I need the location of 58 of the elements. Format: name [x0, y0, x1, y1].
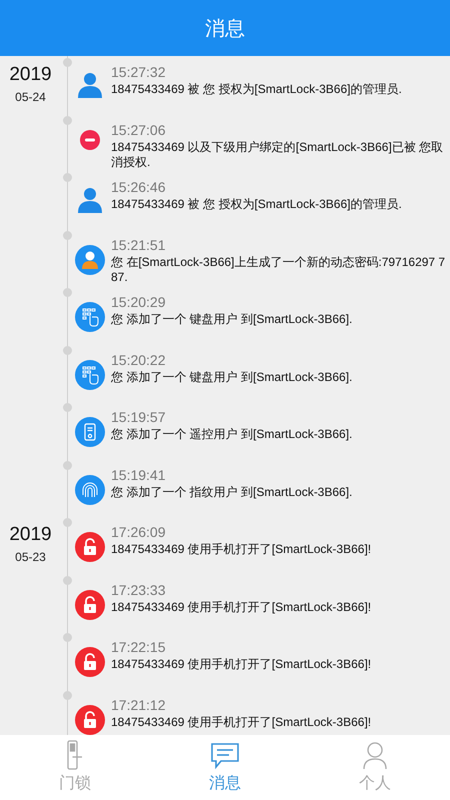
header-title: 消息 [205, 14, 245, 42]
message-text: 18475433469 使用手机打开了[SmartLock-3B66]! [111, 600, 372, 614]
person-icon [363, 742, 387, 770]
message-text: 您 添加了一个 键盘用户 到[SmartLock-3B66]. [111, 312, 354, 327]
timeline-dot [62, 576, 72, 584]
keypad-hand-icon [75, 360, 105, 390]
unlock-icon [75, 647, 105, 677]
message-text: 18475433469 使用手机打开了[SmartLock-3B66]! [111, 714, 372, 730]
date-label: 05-23 [15, 550, 46, 564]
timeline-dot [62, 116, 72, 124]
message-text: 18475433469 以及下级用户绑定的[SmartLock-3B66]已被 您取消授权. [111, 140, 444, 170]
user-icon [78, 72, 102, 98]
message-text: 您 添加了一个 遥控用户 到[SmartLock-3B66]. [111, 427, 354, 442]
timeline-dot [62, 518, 72, 527]
message-text: 18475433469 使用手机打开了[SmartLock-3B66]! [111, 657, 372, 672]
message-time: 15:20:29 [111, 294, 166, 310]
remote-icon [75, 417, 105, 447]
door-lock-icon [67, 740, 83, 770]
message-time: 15:19:57 [111, 409, 166, 425]
chat-bubble-icon [210, 742, 240, 770]
keypad-hand-icon [75, 302, 105, 332]
timeline-dot [62, 690, 72, 700]
date-label: 05-24 [15, 90, 46, 104]
message-text: 您 添加了一个 键盘用户 到[SmartLock-3B66]. [111, 370, 354, 384]
timeline-dot [62, 460, 72, 470]
timeline-dot [62, 403, 72, 412]
message-time: 15:27:32 [111, 64, 166, 80]
message-text: 您 添加了一个 指纹用户 到[SmartLock-3B66]. [111, 484, 354, 500]
unlock-icon [75, 532, 105, 562]
fingerprint-icon [75, 474, 105, 504]
message-time: 15:19:41 [111, 466, 166, 482]
nav-tab[interactable]: 门锁 [0, 735, 150, 800]
message-time: 17:22:15 [111, 639, 166, 655]
nav-tab[interactable]: 消息 [150, 735, 300, 800]
nav-tab[interactable]: 个人 [300, 735, 450, 800]
message-time: 17:26:09 [111, 524, 166, 540]
timeline-dot [62, 633, 72, 642]
message-text: 您 在[SmartLock-3B66]上生成了一个新的动态密码:79716297 787. [111, 254, 446, 284]
minus-circle-icon [80, 130, 100, 150]
message-time: 17:23:33 [111, 582, 166, 598]
timeline-dot [62, 58, 72, 67]
message-text: 18475433469 被 您 授权为[SmartLock-3B66]的管理员. [111, 82, 403, 97]
message-time: 15:21:51 [111, 236, 166, 252]
timeline-dot [62, 346, 72, 354]
timeline-dot [62, 288, 72, 297]
message-time: 15:20:22 [111, 352, 166, 368]
year-label: 2019 [9, 524, 52, 546]
unlock-icon [75, 590, 105, 620]
message-time: 15:26:46 [111, 179, 166, 195]
avatar-icon [75, 244, 105, 274]
timeline-dot [62, 230, 72, 240]
message-time: 15:27:06 [111, 122, 166, 138]
message-text: 18475433469 使用手机打开了[SmartLock-3B66]! [111, 542, 372, 557]
message-time: 17:21:12 [111, 696, 166, 712]
year-label: 2019 [9, 64, 52, 86]
user-icon [78, 187, 102, 213]
message-text: 18475433469 被 您 授权为[SmartLock-3B66]的管理员. [111, 197, 403, 212]
timeline-dot [62, 173, 72, 182]
